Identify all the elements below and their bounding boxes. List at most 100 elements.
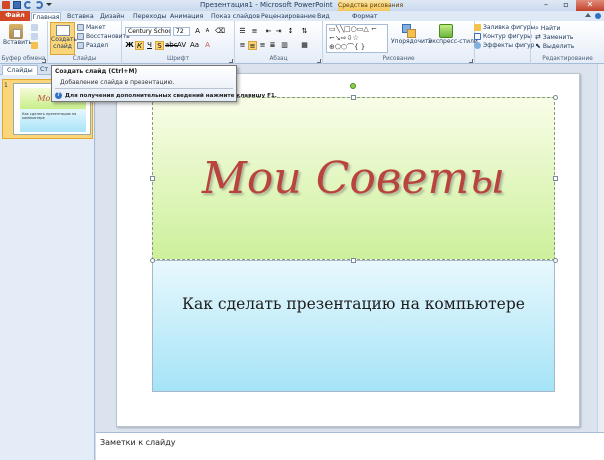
font-family-select[interactable]: Century Schoolb — [125, 27, 171, 36]
bullets-icon[interactable]: ☰ — [238, 27, 247, 36]
clipboard-launcher-icon[interactable] — [42, 59, 46, 63]
pen-icon — [474, 33, 481, 40]
resize-handle-top[interactable] — [351, 95, 356, 100]
slides-panel: Слайды Ст 1 Мои Сс Как сделать презентац… — [0, 64, 95, 460]
bold-button[interactable]: Ж — [125, 41, 134, 50]
tab-slides-panel[interactable]: Слайды — [2, 65, 38, 75]
tooltip-title: Создать слайд (Ctrl+M) — [55, 68, 138, 75]
section-button[interactable]: Раздел — [77, 42, 108, 49]
layout-button[interactable]: Макет — [77, 24, 106, 31]
char-spacing-button[interactable]: AV — [177, 41, 186, 50]
help-icon: ? — [55, 92, 62, 99]
resize-handle-bottom-left[interactable] — [150, 258, 155, 263]
clear-formatting-icon[interactable]: ⌫ — [215, 27, 225, 36]
select-arrow-icon: ⬉ — [535, 42, 541, 50]
paragraph-launcher-icon[interactable] — [317, 59, 321, 63]
slide-subtitle[interactable]: Как сделать презентацию на компьютере — [153, 295, 554, 313]
editing-group-label: Редактирование — [542, 56, 593, 62]
tooltip-help: ? Для получения дополнительных сведений … — [55, 92, 277, 99]
slides-group-label: Слайды — [72, 56, 97, 62]
select-button[interactable]: ⬉ Выделить — [535, 42, 574, 50]
line-spacing-icon[interactable]: ↕ — [286, 27, 295, 36]
tab-outline-panel[interactable]: Ст — [36, 65, 52, 75]
columns-icon[interactable]: ▥ — [280, 41, 289, 50]
numbering-icon[interactable]: ≡ — [250, 27, 259, 36]
smartart-icon[interactable]: ▦ — [300, 41, 309, 50]
text-shadow-button[interactable]: S — [155, 41, 164, 50]
help-icon[interactable] — [595, 13, 601, 19]
font-launcher-icon[interactable] — [229, 59, 233, 63]
strikethrough-button[interactable]: abc — [165, 41, 178, 50]
quick-styles-icon — [439, 24, 453, 38]
change-case-button[interactable]: Aa — [190, 41, 199, 50]
font-size-select[interactable]: 72 — [173, 27, 190, 36]
resize-handle-right[interactable] — [553, 176, 558, 181]
arrange-icon — [402, 24, 416, 38]
underline-button[interactable]: Ч — [145, 41, 154, 50]
group-drawing: ▭╲╲□○▭△ ⌐ ⌐↘⇨⇩☆ ⊕⬠⬡⌒{ } Упорядочить Эксп… — [323, 21, 478, 64]
decrease-indent-icon[interactable]: ⇤ — [264, 27, 273, 36]
notes-pane[interactable]: Заметки к слайду — [96, 432, 604, 460]
redo-icon[interactable] — [35, 1, 43, 9]
format-painter-icon[interactable] — [31, 42, 38, 49]
minimize-button[interactable]: – — [536, 0, 556, 11]
group-clipboard: Вставить Буфер обмена — [0, 21, 48, 64]
shape-effects-button[interactable]: Эффекты фигур — [474, 42, 534, 49]
paste-button[interactable]: Вставить — [3, 24, 32, 46]
group-slides: Создать слайд Макет Восстановить Раздел … — [48, 21, 130, 64]
paste-icon — [9, 24, 23, 39]
effects-icon — [474, 42, 481, 49]
resize-handle-left[interactable] — [150, 176, 155, 181]
italic-button[interactable]: К — [135, 41, 144, 50]
font-color-button[interactable]: A — [203, 41, 212, 50]
thumbnail-subtitle: Как сделать презентацию на компьютере — [20, 109, 86, 132]
shrink-font-button[interactable]: A — [203, 27, 212, 36]
paragraph-group-label: Абзац — [269, 56, 288, 62]
cut-icon[interactable] — [31, 24, 38, 31]
close-button[interactable]: ✕ — [576, 0, 604, 11]
powerpoint-logo-icon[interactable] — [2, 1, 10, 9]
reset-icon — [77, 33, 84, 40]
drawing-launcher-icon[interactable] — [469, 59, 473, 63]
arrange-button[interactable]: Упорядочить — [391, 24, 432, 45]
text-direction-icon[interactable]: ⇅ — [300, 27, 309, 36]
vertical-scrollbar[interactable] — [597, 64, 604, 432]
ribbon-controls — [585, 13, 601, 19]
new-slide-button[interactable]: Создать слайд — [50, 22, 77, 55]
notes-placeholder[interactable]: Заметки к слайду — [100, 438, 175, 447]
align-center-icon[interactable]: ≡ — [248, 41, 257, 50]
resize-handle-top-right[interactable] — [553, 95, 558, 100]
maximize-button[interactable]: ▫ — [556, 0, 576, 11]
resize-handle-bottom[interactable] — [351, 258, 356, 263]
customize-toolbar-icon[interactable] — [46, 2, 52, 8]
title-placeholder[interactable]: Мои Советы — [152, 97, 555, 260]
title-bar: Презентация1 - Microsoft PowerPoint Сред… — [0, 0, 604, 11]
shape-fill-button[interactable]: Заливка фигуры — [474, 24, 535, 31]
replace-button[interactable]: ⇄ Заменить — [535, 33, 573, 41]
window-title: Презентация1 - Microsoft PowerPoint — [200, 1, 333, 9]
undo-icon[interactable] — [24, 1, 32, 9]
group-editing: ⌕ Найти ⇄ Заменить ⬉ Выделить Редактировани… — [530, 21, 604, 64]
rotation-handle[interactable] — [350, 83, 356, 89]
justify-icon[interactable]: ≣ — [268, 41, 277, 50]
font-group-label: Шрифт — [167, 56, 189, 62]
slide-canvas[interactable]: Мои Советы Как сделать презентацию на ко… — [116, 73, 580, 427]
quick-styles-button[interactable]: Экспресс-стили — [428, 24, 478, 45]
ribbon: Вставить Буфер обмена Создать слайд Маке… — [0, 21, 604, 64]
increase-indent-icon[interactable]: ⇥ — [274, 27, 283, 36]
binoculars-icon: ⌕ — [535, 24, 539, 32]
find-button[interactable]: ⌕ Найти — [535, 24, 560, 33]
copy-icon[interactable] — [31, 33, 38, 40]
shapes-gallery[interactable]: ▭╲╲□○▭△ ⌐ ⌐↘⇨⇩☆ ⊕⬠⬡⌒{ } — [326, 24, 388, 53]
align-left-icon[interactable]: ≡ — [238, 41, 247, 50]
shape-outline-button[interactable]: Контур фигуры — [474, 33, 532, 40]
minimize-ribbon-icon[interactable] — [585, 13, 591, 17]
resize-handle-bottom-right[interactable] — [553, 258, 558, 263]
tooltip-separator — [55, 88, 233, 89]
paint-bucket-icon — [474, 24, 481, 31]
save-icon[interactable] — [13, 1, 21, 9]
align-right-icon[interactable]: ≡ — [258, 41, 267, 50]
subtitle-placeholder[interactable]: Как сделать презентацию на компьютере — [152, 260, 555, 392]
grow-font-button[interactable]: A — [193, 27, 202, 36]
slide-title[interactable]: Мои Советы — [153, 98, 554, 259]
